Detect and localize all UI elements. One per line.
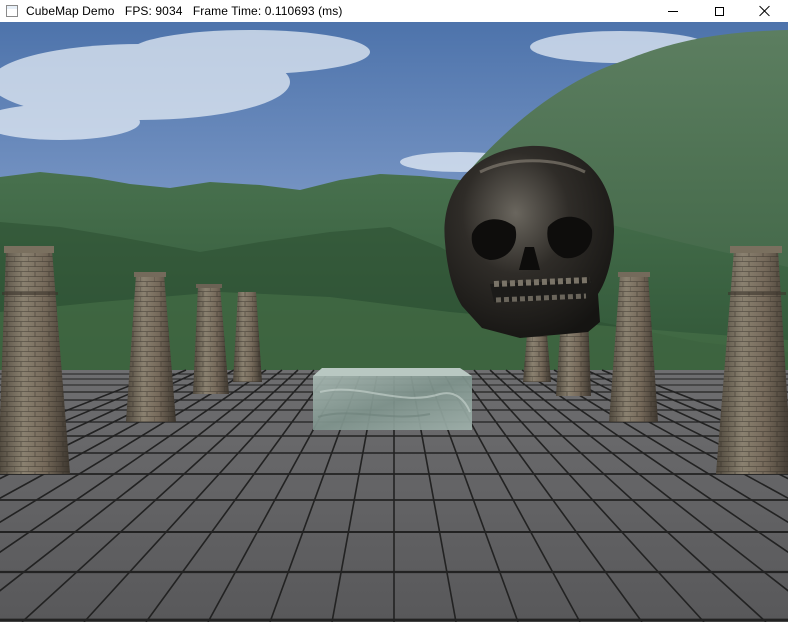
minimize-icon <box>668 10 678 12</box>
app-icon <box>6 5 18 17</box>
title-bar[interactable]: CubeMap Demo FPS: 9034 Frame Time: 0.110… <box>0 0 788 22</box>
frame-time-readout: Frame Time: 0.110693 (ms) <box>192 4 343 18</box>
glass-box <box>313 368 472 430</box>
close-button[interactable] <box>742 0 788 22</box>
window-controls <box>650 0 788 22</box>
scene-canvas <box>0 22 788 622</box>
window-title: CubeMap Demo FPS: 9034 Frame Time: 0.110… <box>26 4 342 18</box>
fps-readout: FPS: 9034 <box>124 4 183 18</box>
skull <box>444 145 615 338</box>
maximize-icon <box>714 6 724 16</box>
minimize-button[interactable] <box>650 0 696 22</box>
app-window: CubeMap Demo FPS: 9034 Frame Time: 0.110… <box>0 0 788 622</box>
close-icon <box>759 5 771 17</box>
app-name: CubeMap Demo <box>26 4 115 18</box>
render-viewport[interactable] <box>0 22 788 622</box>
maximize-button[interactable] <box>696 0 742 22</box>
